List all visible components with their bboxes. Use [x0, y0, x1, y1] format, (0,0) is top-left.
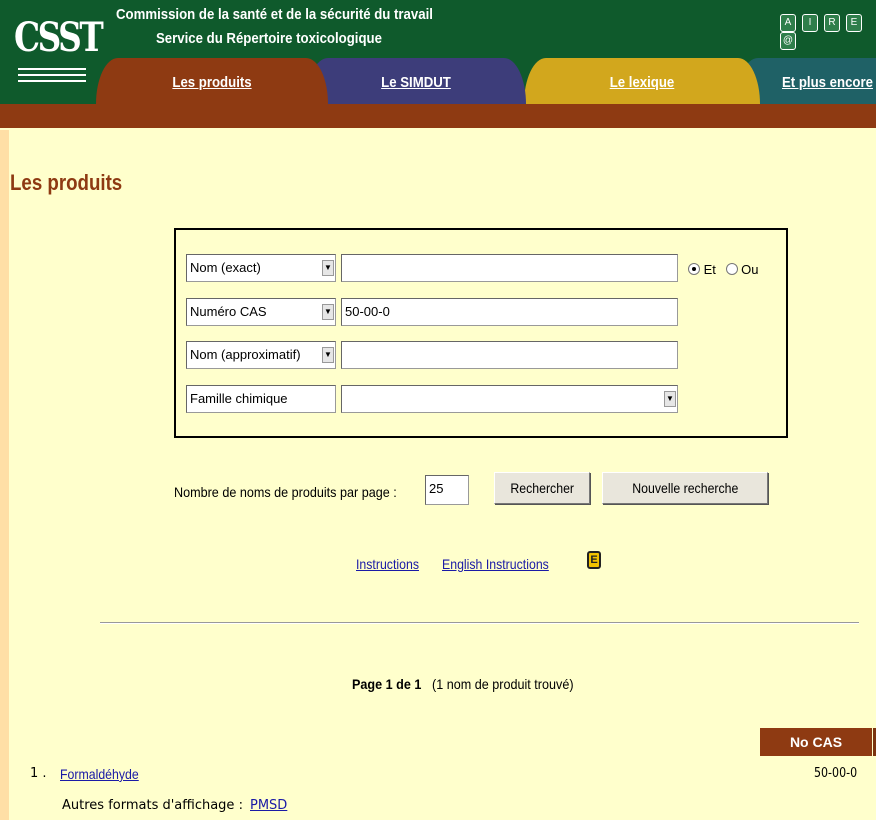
tab-le-lexique[interactable]: Le lexique	[524, 58, 760, 104]
chevron-down-icon: ▼	[322, 260, 334, 276]
service-name: Service du Répertoire toxicologique	[156, 30, 382, 47]
search-type-select-3[interactable]: Nom (approximatif) ▼	[186, 341, 336, 369]
new-search-button-label: Nouvelle recherche	[631, 480, 739, 496]
left-strip	[0, 130, 9, 820]
organization-name: Commission de la santé et de la sécurité…	[116, 6, 433, 23]
cas-column-header: No CAS	[760, 728, 872, 756]
other-formats-label: Autres formats d'affichage :	[62, 798, 243, 813]
radio-ou[interactable]	[725, 263, 738, 275]
select-value: Nom (approximatif)	[190, 347, 301, 362]
per-page-label: Nombre de noms de produits par page :	[174, 484, 397, 500]
result-product-link[interactable]: Formaldéhyde	[60, 766, 139, 782]
select-value: Numéro CAS	[190, 304, 267, 319]
email-icon[interactable]: @	[780, 32, 796, 50]
main-nav: Et plus encore Le lexique Le SIMDUT Les …	[0, 58, 876, 104]
accessibility-icon[interactable]: A	[780, 14, 796, 32]
radio-et-label: Et	[703, 262, 716, 277]
info-icon[interactable]: I	[802, 14, 818, 32]
tab-label[interactable]: Le SIMDUT	[319, 74, 513, 91]
page-indicator: Page 1 de 1	[352, 676, 422, 692]
chemical-family-select[interactable]: ▼	[341, 385, 678, 413]
header-toolbar: A I R E @	[780, 14, 876, 50]
per-page-input[interactable]: 25	[425, 475, 469, 505]
tab-label[interactable]: Les produits	[110, 74, 314, 91]
instruction-links: Instructions English Instructions	[356, 556, 549, 572]
search-button-label: Rechercher	[510, 480, 574, 496]
tab-label[interactable]: Et plus encore	[782, 74, 873, 91]
search-button[interactable]: Rechercher	[494, 472, 590, 504]
search-value-input-3[interactable]	[341, 341, 678, 369]
pagination-info: Page 1 de 1 (1 nom de produit trouvé)	[352, 676, 574, 692]
radio-ou-label: Ou	[741, 262, 759, 277]
english-instructions-link[interactable]: English Instructions	[442, 556, 549, 572]
page-title: Les produits	[10, 170, 123, 195]
select-value: Nom (exact)	[190, 260, 261, 275]
csst-logo-text: CSST	[14, 14, 104, 61]
divider	[100, 622, 859, 624]
tab-label[interactable]: Le lexique	[538, 74, 746, 91]
english-e-icon[interactable]: E	[587, 551, 601, 569]
header-underbar	[0, 104, 876, 128]
condition-radio-group: Et Ou	[688, 262, 759, 277]
chevron-down-icon: ▼	[322, 304, 334, 320]
result-cas-number: 50-00-0	[814, 766, 858, 781]
instructions-link[interactable]: Instructions	[356, 556, 419, 572]
chemical-family-label: Famille chimique	[186, 385, 336, 413]
search-value-input-1[interactable]	[341, 254, 678, 282]
site-header: CSST Commission de la santé et de la séc…	[0, 0, 876, 130]
tab-le-simdut[interactable]: Le SIMDUT	[306, 58, 526, 104]
chevron-down-icon: ▼	[664, 391, 676, 407]
list-icon[interactable]: E	[846, 14, 862, 32]
tab-les-produits[interactable]: Les produits	[96, 58, 328, 104]
search-icon[interactable]: R	[824, 14, 840, 32]
search-value-input-2[interactable]: 50-00-0	[341, 298, 678, 326]
new-search-button[interactable]: Nouvelle recherche	[602, 472, 768, 504]
search-type-select-1[interactable]: Nom (exact) ▼	[186, 254, 336, 282]
results-count: (1 nom de produit trouvé)	[432, 676, 574, 692]
pmsd-link[interactable]: PMSD	[250, 798, 287, 813]
search-type-select-2[interactable]: Numéro CAS ▼	[186, 298, 336, 326]
radio-et[interactable]	[688, 263, 700, 275]
result-number: 1 .	[30, 766, 47, 781]
chevron-down-icon: ▼	[322, 347, 334, 363]
